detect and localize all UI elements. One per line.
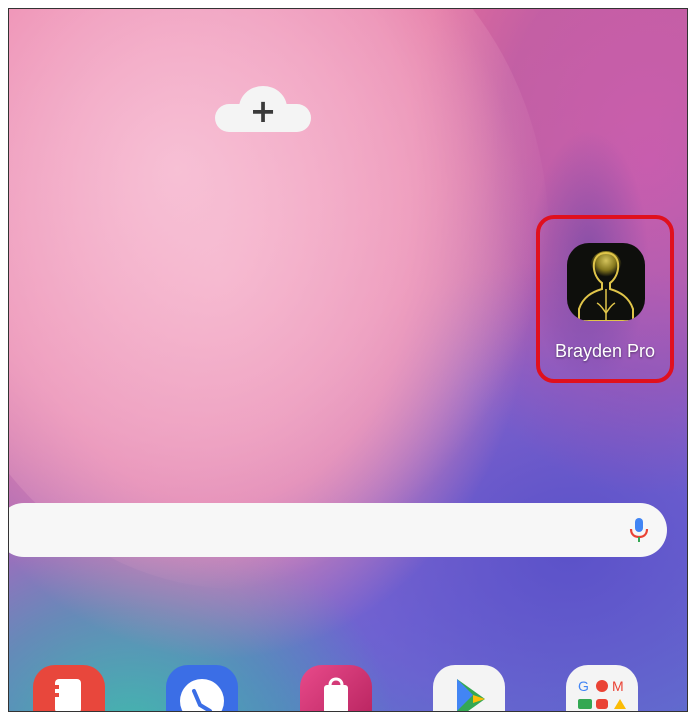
galaxy-store-icon[interactable]	[300, 665, 372, 711]
samsung-notes-icon[interactable]	[33, 665, 105, 711]
microphone-icon[interactable]	[629, 517, 649, 543]
app-shortcut-brayden-pro[interactable]: Brayden Pro	[536, 215, 674, 383]
app-label: Brayden Pro	[554, 341, 656, 361]
brayden-pro-icon[interactable]	[567, 243, 645, 321]
play-store-icon[interactable]	[433, 665, 505, 711]
plus-icon: +	[249, 92, 277, 130]
google-folder-icon[interactable]: G M	[566, 665, 638, 711]
add-widget-button[interactable]: +	[215, 86, 311, 132]
svg-text:G: G	[578, 678, 589, 694]
svg-text:M: M	[612, 678, 624, 694]
phone-icon[interactable]	[166, 665, 238, 711]
home-screen: + Brayden Pro G M	[8, 8, 688, 712]
search-bar[interactable]	[9, 503, 667, 557]
